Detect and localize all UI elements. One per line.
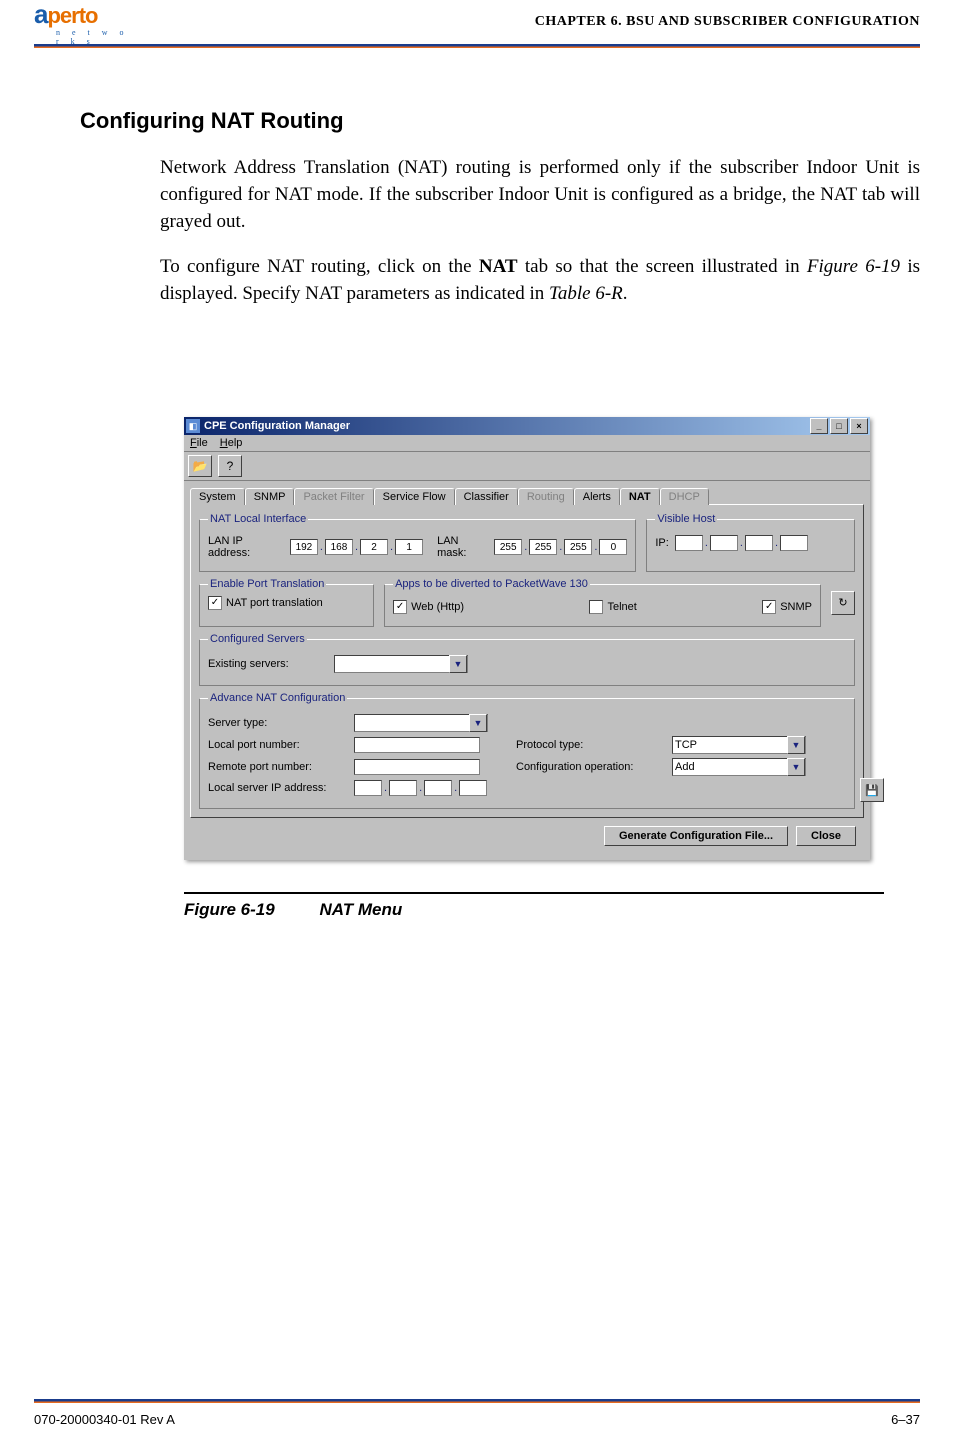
open-icon[interactable]: 📂 [188,455,212,477]
menu-help[interactable]: Help [220,437,243,449]
paragraph-2: To configure NAT routing, click on the N… [160,253,920,307]
page-footer: 070-20000340-01 Rev A 6–37 [34,1412,920,1427]
visible-host-ip-label: IP: [655,537,668,549]
minimize-button[interactable]: _ [810,418,828,434]
existing-servers-label: Existing servers: [208,658,328,670]
visible-host-ip-input[interactable]: . . . [675,535,808,551]
close-window-button[interactable]: × [850,418,868,434]
remote-port-label: Remote port number: [208,761,348,773]
local-port-input[interactable] [354,737,480,753]
lan-ip-label: LAN IP address: [208,535,284,559]
page-number: 6–37 [891,1412,920,1427]
tab-system[interactable]: System [190,488,245,505]
maximize-button[interactable]: □ [830,418,848,434]
lan-mask-input[interactable]: . . . [494,539,627,555]
web-http-checkbox[interactable]: ✓ Web (Http) [393,600,464,614]
existing-servers-combo[interactable]: ▼ [334,655,468,673]
paragraph-1: Network Address Translation (NAT) routin… [160,154,920,235]
menu-file[interactable]: File [190,437,208,449]
menubar: File Help [184,435,870,452]
snmp-checkbox[interactable]: ✓ SNMP [762,600,812,614]
group-visible-host: Visible Host IP: . . . [646,513,855,572]
refresh-icon[interactable]: ↻ [831,591,855,615]
remote-port-input[interactable] [354,759,480,775]
help-icon[interactable]: ? [218,455,242,477]
window-title: CPE Configuration Manager [204,420,350,432]
tab-alerts[interactable]: Alerts [574,488,620,505]
config-op-label: Configuration operation: [516,761,666,773]
local-server-ip-input[interactable]: . . . [354,780,487,796]
tab-dhcp: DHCP [660,488,709,505]
footer-rule [34,1399,920,1403]
group-enable-port-translation: Enable Port Translation ✓ NAT port trans… [199,578,374,627]
tab-nat[interactable]: NAT [620,488,660,505]
figure-rule [184,892,884,894]
save-icon[interactable]: 💾 [860,778,884,802]
group-configured-servers: Configured Servers Existing servers: ▼ [199,633,855,686]
tab-packet-filter: Packet Filter [294,488,373,505]
chevron-down-icon[interactable]: ▼ [787,758,805,776]
titlebar: ◧ CPE Configuration Manager _ □ × [184,417,870,435]
toolbar: 📂 ? [184,452,870,481]
chapter-header: CHAPTER 6. BSU AND SUBSCRIBER CONFIGURAT… [535,14,920,30]
generate-config-button[interactable]: Generate Configuration File... [604,826,788,846]
local-server-ip-label: Local server IP address: [208,782,348,794]
chevron-down-icon[interactable]: ▼ [449,655,467,673]
figure-caption: Figure 6-19 NAT Menu [184,900,920,920]
server-type-label: Server type: [208,717,348,729]
tab-routing: Routing [518,488,574,505]
header-rule [34,44,920,48]
tab-service-flow[interactable]: Service Flow [374,488,455,505]
button-bar: Generate Configuration File... Close [190,818,864,854]
chevron-down-icon[interactable]: ▼ [469,714,487,732]
doc-id: 070-20000340-01 Rev A [34,1412,175,1427]
logo: aperto n e t w o r k s [34,4,142,40]
chevron-down-icon[interactable]: ▼ [787,736,805,754]
tab-panel-nat: NAT Local Interface LAN IP address: . . … [190,504,864,818]
section-title: Configuring NAT Routing [80,108,920,134]
local-port-label: Local port number: [208,739,348,751]
config-op-combo[interactable]: ▼ [672,758,806,776]
tabs: System SNMP Packet Filter Service Flow C… [190,487,864,504]
system-icon: ◧ [186,419,200,433]
close-button[interactable]: Close [796,826,856,846]
group-nat-local-interface: NAT Local Interface LAN IP address: . . … [199,513,636,572]
server-type-combo[interactable]: ▼ [354,714,488,732]
lan-ip-input[interactable]: . . . [290,539,423,555]
protocol-type-label: Protocol type: [516,739,666,751]
telnet-checkbox[interactable]: Telnet [589,600,636,614]
group-apps-divert: Apps to be diverted to PacketWave 130 ✓ … [384,578,821,627]
page-header: aperto n e t w o r k s CHAPTER 6. BSU AN… [34,0,920,48]
tab-classifier[interactable]: Classifier [455,488,518,505]
tab-snmp[interactable]: SNMP [245,488,295,505]
group-advance-nat: Advance NAT Configuration Server type: ▼… [199,692,855,809]
nat-port-translation-checkbox[interactable]: ✓ NAT port translation [208,596,323,610]
lan-mask-label: LAN mask: [437,535,488,559]
app-window: ◧ CPE Configuration Manager _ □ × File H… [184,417,870,860]
protocol-type-combo[interactable]: ▼ [672,736,806,754]
